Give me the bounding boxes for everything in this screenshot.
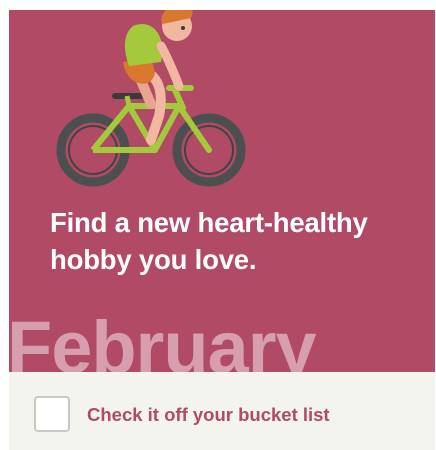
bucket-list-checkbox[interactable] [34,396,70,432]
bucket-list-checkbox-label[interactable]: Check it off your bucket list [87,403,330,427]
card-footer: Check it off your bucket list [9,372,435,450]
bucket-list-card: Find a new heart-healthy hobby you love.… [9,10,435,450]
card-hero: Find a new heart-healthy hobby you love.… [9,10,435,372]
month-title: February [9,306,317,373]
cyclist-bicycle-icon [56,10,246,187]
card-headline: Find a new heart-healthy hobby you love. [50,207,368,275]
